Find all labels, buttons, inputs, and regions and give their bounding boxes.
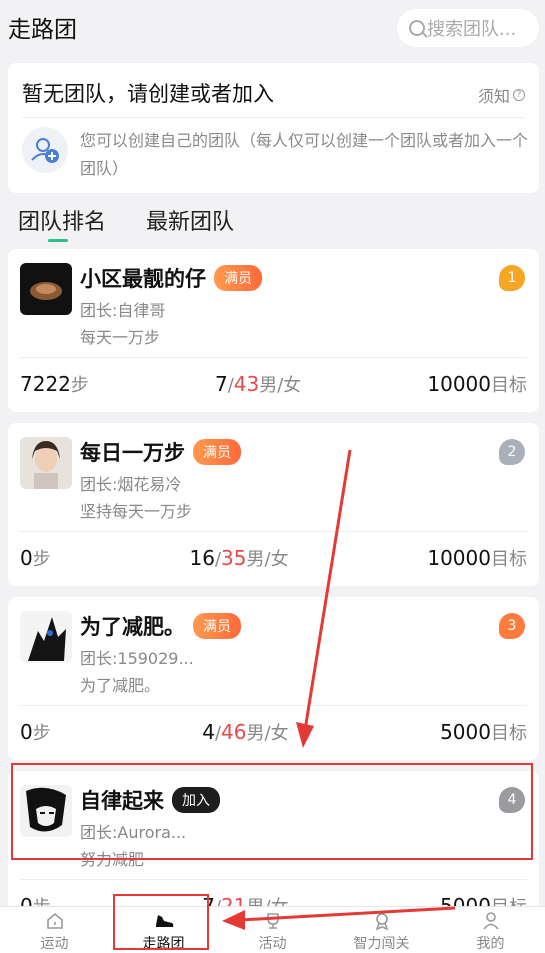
male-count: 7 xyxy=(214,372,228,396)
female-count: 46 xyxy=(221,720,247,744)
notice-link-label: 须知 xyxy=(477,87,510,106)
search-input[interactable]: 搜索团队... xyxy=(397,9,539,47)
tab-label: 智力闯关 xyxy=(353,936,410,952)
divider xyxy=(20,879,527,880)
team-avatar xyxy=(20,437,72,489)
bottom-tab-bar: 运动 走路团 活动 智力闯关 我的 xyxy=(0,906,545,953)
rank-badge: 3 xyxy=(499,613,525,639)
gender-stat: 7/43男/女 xyxy=(215,371,301,397)
team-name: 每日一万步 满员 xyxy=(80,437,241,467)
team-motto: 为了减肥。 xyxy=(80,676,161,695)
tab-team-ranking[interactable]: 团队排名 xyxy=(18,204,106,242)
team-leader: 团长:烟花易冷 xyxy=(80,475,182,494)
app-header: 走路团 搜索团队... xyxy=(0,0,545,56)
tab-puzzle[interactable]: 智力闯关 xyxy=(327,907,436,953)
annotation-highlight-tab xyxy=(113,894,209,950)
team-stats: 0步 16/35男/女 10000目标 xyxy=(20,545,527,571)
tab-label: 运动 xyxy=(40,936,69,952)
team-avatar xyxy=(20,263,72,315)
full-badge: 满员 xyxy=(193,613,241,639)
goal-value: 10000 xyxy=(427,372,491,396)
page-title: 走路团 xyxy=(8,17,77,43)
male-count: 16 xyxy=(189,546,215,570)
full-badge: 满员 xyxy=(214,265,262,291)
goal-stat: 10000目标 xyxy=(427,545,527,571)
team-card[interactable]: 为了减肥。 满员 团长:159029... 为了减肥。 3 0步 4/46男/女 … xyxy=(8,597,539,760)
home-icon xyxy=(44,911,66,931)
divider xyxy=(22,117,525,118)
female-count: 35 xyxy=(221,546,247,570)
steps-stat: 7222步 xyxy=(20,371,89,397)
divider xyxy=(20,357,527,358)
goal-unit: 目标 xyxy=(490,723,527,744)
team-leader: 团长:自律哥 xyxy=(80,301,166,320)
team-card[interactable]: 小区最靓的仔 满员 团长:自律哥 每天一万步 1 7222步 7/43男/女 10… xyxy=(8,249,539,412)
male-count: 4 xyxy=(202,720,215,744)
annotation-highlight-team xyxy=(11,763,533,860)
notice-description: 您可以创建自己的团队（每人仅可以创建一个团队或者加入一个团队） xyxy=(80,131,529,178)
steps-unit: 步 xyxy=(70,375,89,396)
add-team-icon[interactable] xyxy=(22,127,68,173)
user-icon xyxy=(480,911,502,931)
team-avatar xyxy=(20,611,72,663)
female-count: 43 xyxy=(233,372,260,396)
goal-unit: 目标 xyxy=(490,549,527,570)
gender-unit: 男/女 xyxy=(246,723,289,744)
no-team-notice: 暂无团队，请创建或者加入 须知 ? 您可以创建自己的团队（每人仅可以创建一个团队… xyxy=(8,63,539,193)
tab-activity[interactable]: 活动 xyxy=(218,907,327,953)
team-name: 小区最靓的仔 满员 xyxy=(80,263,262,293)
goal-stat: 10000目标 xyxy=(427,371,527,397)
gender-stat: 16/35男/女 xyxy=(190,545,289,571)
goal-value: 10000 xyxy=(427,546,491,570)
team-stats: 0步 4/46男/女 5000目标 xyxy=(20,719,527,745)
team-card[interactable]: 每日一万步 满员 团长:烟花易冷 坚持每天一万步 2 0步 16/35男/女 10… xyxy=(8,423,539,586)
team-leader: 团长:159029... xyxy=(80,649,194,668)
goal-value: 5000 xyxy=(440,720,491,744)
steps-value: 0 xyxy=(20,546,33,570)
medal-icon xyxy=(371,911,393,931)
steps-unit: 步 xyxy=(32,549,51,570)
team-name: 为了减肥。 满员 xyxy=(80,611,241,641)
rank-badge: 2 xyxy=(499,439,525,465)
ranking-tabs: 团队排名 最新团队 xyxy=(18,204,234,242)
goal-stat: 5000目标 xyxy=(440,719,527,745)
tab-latest-teams[interactable]: 最新团队 xyxy=(146,204,234,236)
tab-sport[interactable]: 运动 xyxy=(0,907,109,953)
tab-mine[interactable]: 我的 xyxy=(436,907,545,953)
goal-unit: 目标 xyxy=(491,375,527,396)
divider xyxy=(20,531,527,532)
steps-unit: 步 xyxy=(32,723,51,744)
team-name-text: 小区最靓的仔 xyxy=(80,267,206,291)
search-placeholder: 搜索团队... xyxy=(427,19,517,40)
full-badge: 满员 xyxy=(193,439,241,465)
tab-label: 我的 xyxy=(476,936,505,952)
team-name-text: 每日一万步 xyxy=(80,441,185,465)
rank-badge: 1 xyxy=(499,265,525,291)
steps-value: 0 xyxy=(20,720,33,744)
team-motto: 坚持每天一万步 xyxy=(80,502,193,521)
trophy-icon xyxy=(262,911,284,931)
notice-title: 暂无团队，请创建或者加入 xyxy=(22,82,274,106)
gender-stat: 4/46男/女 xyxy=(202,719,288,745)
steps-value: 7222 xyxy=(20,372,71,396)
steps-stat: 0步 xyxy=(20,719,51,745)
team-name-text: 为了减肥。 xyxy=(80,615,185,639)
question-icon: ? xyxy=(513,89,525,101)
steps-stat: 0步 xyxy=(20,545,51,571)
team-motto: 每天一万步 xyxy=(80,328,161,347)
tab-label: 活动 xyxy=(258,936,287,952)
gender-unit: 男/女 xyxy=(259,375,302,396)
team-stats: 7222步 7/43男/女 10000目标 xyxy=(20,371,527,397)
search-icon xyxy=(409,20,425,36)
gender-unit: 男/女 xyxy=(246,549,289,570)
notice-link[interactable]: 须知 ? xyxy=(478,83,525,107)
divider xyxy=(20,705,527,706)
